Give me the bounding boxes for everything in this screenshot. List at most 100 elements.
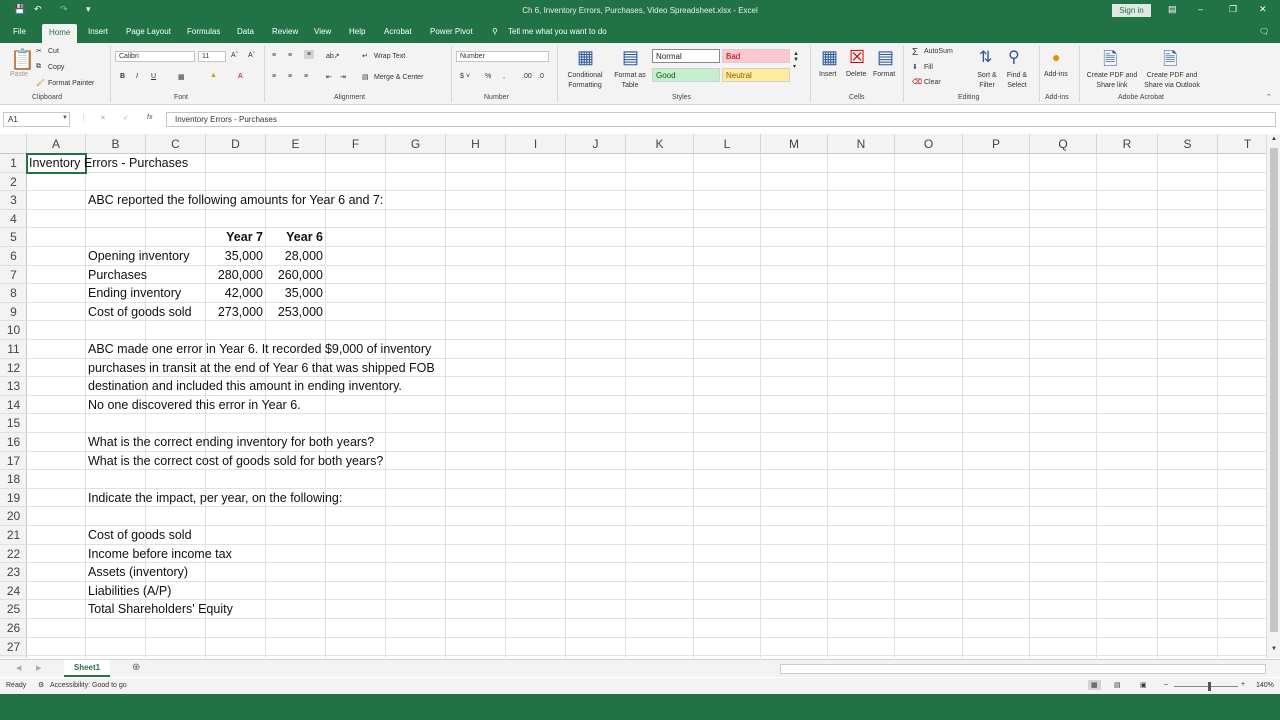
cell-b3[interactable]: ABC reported the following amounts for Y…	[88, 191, 383, 210]
style-normal[interactable]: Normal	[652, 49, 720, 63]
align-left-icon[interactable]: ≡	[272, 73, 276, 80]
scroll-thumb[interactable]	[1270, 148, 1278, 632]
align-center-icon[interactable]: ≡	[288, 73, 292, 80]
tab-file[interactable]: File	[13, 27, 26, 36]
cell-b13[interactable]: destination and included this amount in …	[88, 377, 402, 396]
row-header-26[interactable]: 26	[0, 619, 27, 638]
column-header-f[interactable]: F	[326, 134, 386, 154]
collapse-ribbon-icon[interactable]: ⌃	[1266, 93, 1272, 101]
row-header-19[interactable]: 19	[0, 489, 27, 508]
row-header-10[interactable]: 10	[0, 321, 27, 340]
font-color-icon[interactable]: A	[238, 73, 243, 80]
cell-d8[interactable]: 42,000	[206, 284, 263, 303]
column-header-s[interactable]: S	[1158, 134, 1218, 154]
autosum-button[interactable]: AutoSum	[924, 48, 953, 55]
column-header-j[interactable]: J	[566, 134, 626, 154]
tab-page-layout[interactable]: Page Layout	[126, 27, 171, 36]
cell-d7[interactable]: 280,000	[206, 266, 263, 285]
style-good[interactable]: Good	[652, 68, 720, 82]
row-header-22[interactable]: 22	[0, 545, 27, 564]
decrease-indent-icon[interactable]: ⇤	[326, 73, 332, 81]
delete-cells-button[interactable]: Delete	[846, 71, 866, 78]
decrease-decimal-icon[interactable]: .0	[538, 73, 544, 80]
cell-b11[interactable]: ABC made one error in Year 6. It recorde…	[88, 340, 431, 359]
align-bottom-icon[interactable]: ≡	[304, 50, 315, 59]
prev-sheet-icon[interactable]: ◀	[16, 664, 21, 672]
column-header-o[interactable]: O	[895, 134, 963, 154]
cancel-icon[interactable]: ✕	[100, 114, 106, 122]
conditional-formatting-button[interactable]: Conditional Formatting	[563, 71, 607, 91]
decrease-font-icon[interactable]: Aˇ	[248, 52, 255, 59]
row-header-13[interactable]: 13	[0, 377, 27, 396]
cell-b12[interactable]: purchases in transit at the end of Year …	[88, 359, 435, 378]
row-header-18[interactable]: 18	[0, 470, 27, 489]
orientation-icon[interactable]: ab↗	[326, 52, 340, 60]
column-header-q[interactable]: Q	[1030, 134, 1097, 154]
zoom-slider-thumb[interactable]	[1208, 682, 1211, 691]
format-cells-button[interactable]: Format	[873, 71, 895, 78]
cell-d6[interactable]: 35,000	[206, 247, 263, 266]
row-header-6[interactable]: 6	[0, 247, 27, 266]
format-as-table-button[interactable]: Format as Table	[612, 71, 648, 91]
zoom-slider[interactable]	[1174, 686, 1238, 687]
add-ins-button[interactable]: Add-ins	[1044, 71, 1068, 78]
row-header-23[interactable]: 23	[0, 563, 27, 582]
page-break-view-icon[interactable]: ▣	[1140, 681, 1147, 689]
align-right-icon[interactable]: ≡	[304, 73, 308, 80]
style-bad[interactable]: Bad	[722, 49, 790, 63]
row-header-2[interactable]: 2	[0, 173, 27, 192]
normal-view-icon[interactable]: ▦	[1088, 680, 1101, 690]
ribbon-display-icon[interactable]: ▤	[1168, 4, 1177, 15]
font-size-select[interactable]: 11	[198, 51, 226, 62]
scroll-down-icon[interactable]: ▼	[1271, 646, 1277, 652]
accessibility-status[interactable]: Accessibility: Good to go	[50, 682, 127, 689]
increase-decimal-icon[interactable]: .00	[522, 73, 532, 80]
row-header-8[interactable]: 8	[0, 284, 27, 303]
row-header-14[interactable]: 14	[0, 396, 27, 415]
column-header-a[interactable]: A	[27, 134, 86, 154]
enter-icon[interactable]: ✓	[123, 114, 129, 122]
currency-icon[interactable]: $ ˅	[460, 73, 470, 80]
zoom-in-icon[interactable]: +	[1241, 681, 1245, 688]
column-header-i[interactable]: I	[506, 134, 566, 154]
row-header-11[interactable]: 11	[0, 340, 27, 359]
column-header-b[interactable]: B	[86, 134, 146, 154]
cell-e5[interactable]: Year 6	[266, 228, 323, 247]
tab-data[interactable]: Data	[237, 27, 254, 36]
cell-b6[interactable]: Opening inventory	[88, 247, 189, 266]
tab-power-pivot[interactable]: Power Pivot	[430, 27, 473, 36]
row-header-1[interactable]: 1	[0, 154, 27, 173]
cell-b8[interactable]: Ending inventory	[88, 284, 181, 303]
row-header-4[interactable]: 4	[0, 210, 27, 229]
column-header-c[interactable]: C	[146, 134, 206, 154]
column-header-e[interactable]: E	[266, 134, 326, 154]
row-header-5[interactable]: 5	[0, 228, 27, 247]
comma-icon[interactable]: ,	[503, 73, 505, 80]
select-all-corner[interactable]	[0, 134, 27, 154]
font-name-select[interactable]: Calibri	[115, 51, 195, 62]
styles-scroll-icon[interactable]: ▲ ▼ ▾	[793, 51, 799, 70]
new-sheet-icon[interactable]: ⊕	[132, 662, 140, 673]
cell-b14[interactable]: No one discovered this error in Year 6.	[88, 396, 301, 415]
cell-a1[interactable]: Inventory Errors - Purchases	[29, 154, 188, 173]
italic-icon[interactable]: I	[136, 73, 138, 80]
tab-view[interactable]: View	[314, 27, 331, 36]
align-middle-icon[interactable]: ≡	[288, 52, 292, 59]
cell-b9[interactable]: Cost of goods sold	[88, 303, 192, 322]
zoom-level[interactable]: 140%	[1256, 682, 1274, 689]
cell-d9[interactable]: 273,000	[206, 303, 263, 322]
percent-icon[interactable]: %	[485, 73, 491, 80]
copy-button[interactable]: Copy	[48, 64, 64, 71]
name-box[interactable]: A1	[3, 112, 70, 127]
cell-e8[interactable]: 35,000	[266, 284, 323, 303]
row-header-20[interactable]: 20	[0, 507, 27, 526]
horizontal-scrollbar[interactable]	[780, 664, 1266, 674]
cell-d5[interactable]: Year 7	[206, 228, 263, 247]
row-header-24[interactable]: 24	[0, 582, 27, 601]
column-header-m[interactable]: M	[761, 134, 828, 154]
tab-home[interactable]: Home	[42, 24, 78, 43]
wrap-text-button[interactable]: Wrap Text	[374, 53, 405, 60]
row-header-15[interactable]: 15	[0, 414, 27, 433]
cell-b22[interactable]: Income before income tax	[88, 545, 232, 564]
cell-e7[interactable]: 260,000	[266, 266, 323, 285]
